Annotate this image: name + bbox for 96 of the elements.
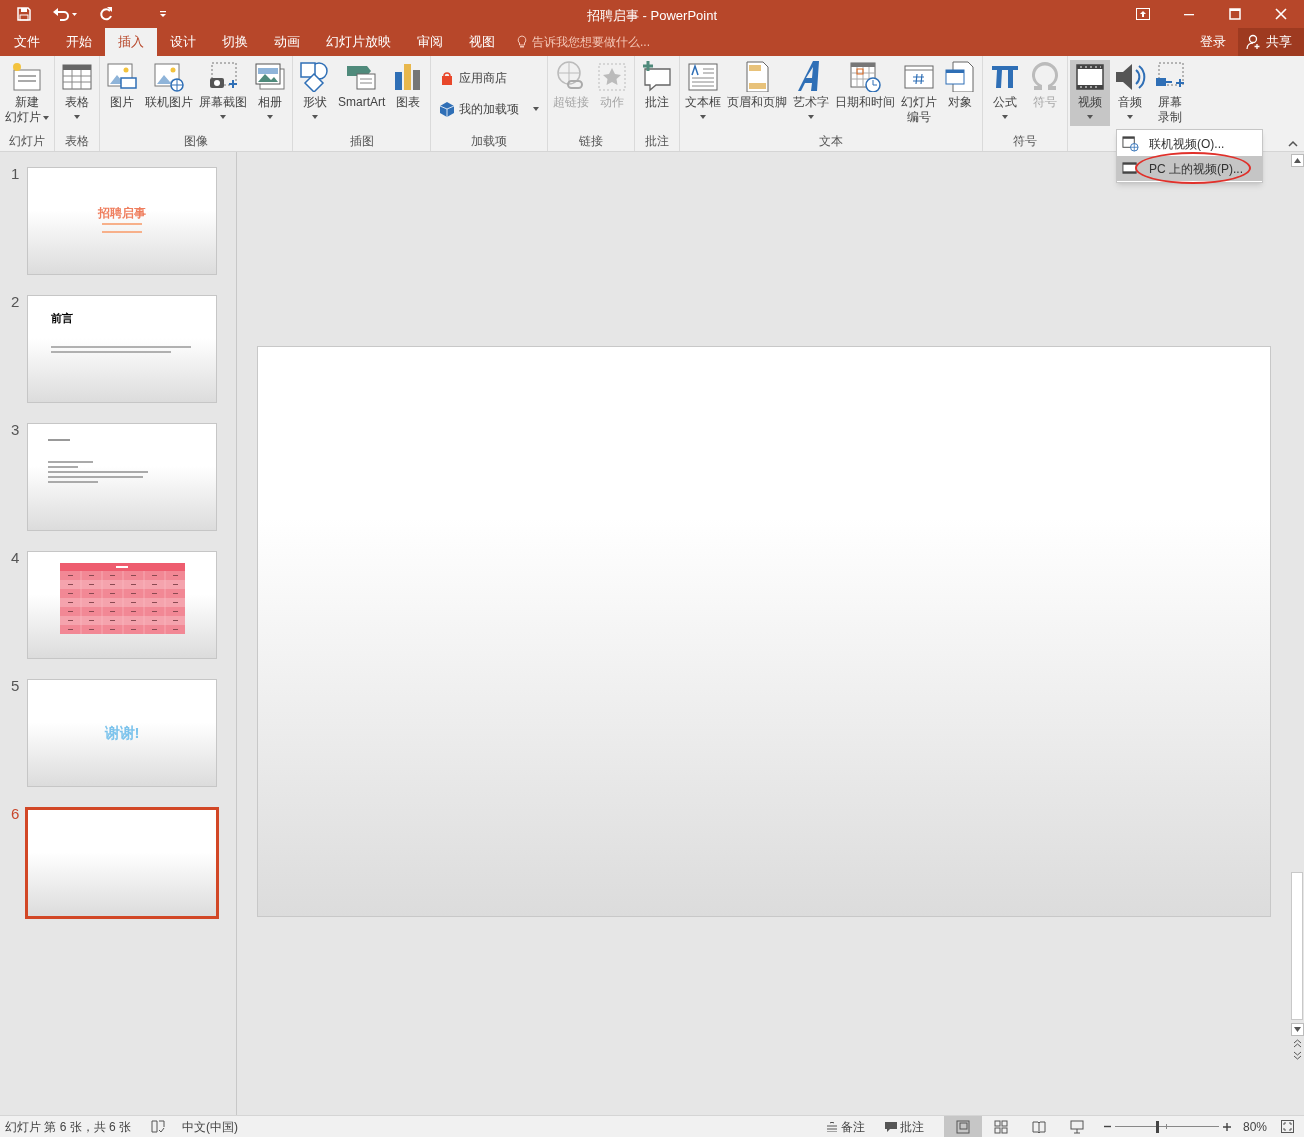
add-in-icon [439, 101, 456, 117]
menu-item[interactable]: 联机视频(O)... [1117, 131, 1262, 156]
ribbon-button[interactable]: 新建 幻灯片 [2, 60, 52, 126]
ribbon-button[interactable]: 应用商店 [436, 66, 543, 90]
calendar-clock-icon [848, 60, 883, 92]
slide-title: 招聘启事 [98, 206, 146, 220]
ribbon-button[interactable]: 屏幕截图 [196, 60, 250, 126]
ribbon-button[interactable]: 艺术字 [790, 60, 833, 126]
ribbon-tab[interactable]: 幻灯片放映 [313, 28, 404, 56]
comment-icon [884, 1120, 897, 1133]
fit-to-window-icon[interactable] [1281, 1120, 1294, 1133]
slide-thumbnail[interactable] [27, 423, 217, 531]
ribbon-button[interactable]: 视频 [1070, 60, 1111, 126]
ribbon-button[interactable]: 音频 [1110, 60, 1151, 126]
subtitle-lines [102, 220, 142, 236]
group-label: 链接 [579, 133, 604, 150]
zoom-slider[interactable] [1114, 1120, 1219, 1133]
slide-thumbnail[interactable] [25, 807, 219, 919]
picture-icon [105, 60, 139, 92]
scrollbar-thumb[interactable] [1291, 872, 1303, 1020]
ribbon-button[interactable]: 联机图片 [142, 60, 196, 126]
group-label: 批注 [645, 133, 670, 150]
ribbon-button[interactable]: 页眉和页脚 [724, 60, 791, 126]
collapse-ribbon-icon[interactable] [1288, 140, 1298, 147]
text-box-icon [686, 60, 721, 92]
slide-count-label: 幻灯片 第 6 张，共 6 张 [4, 1118, 132, 1136]
language-label[interactable]: 中文(中国) [182, 1117, 239, 1136]
ribbon-tab[interactable]: 视图 [456, 28, 508, 56]
share-button[interactable]: 共享 [1238, 28, 1304, 56]
ribbon-button[interactable]: 文本框 [682, 60, 725, 126]
online-video-icon [1122, 135, 1139, 152]
photo-album-icon [253, 60, 287, 92]
group-label: 表格 [65, 133, 89, 150]
sign-in-link[interactable]: 登录 [1200, 32, 1226, 52]
normal-view-icon[interactable] [943, 1116, 982, 1137]
ribbon-tab[interactable]: 动画 [261, 28, 313, 56]
ribbon-button[interactable]: 日期和时间 [832, 60, 899, 126]
group-label: 幻灯片 [9, 133, 45, 150]
accessibility-icon[interactable] [151, 1120, 166, 1133]
slide-number: 6 [10, 807, 21, 821]
ribbon-button[interactable]: 屏幕 录制 [1150, 60, 1191, 126]
ribbon-tab[interactable]: 开始 [53, 28, 105, 56]
zoom-slider-thumb[interactable] [1155, 1120, 1159, 1133]
slide-title: 前言 [51, 311, 73, 325]
heading-line [48, 436, 70, 444]
customize-icon[interactable] [158, 9, 168, 19]
ribbon-tab[interactable]: 切换 [209, 28, 261, 56]
film-icon [1122, 160, 1139, 177]
save-icon[interactable] [16, 6, 32, 22]
ribbon-button[interactable]: 形状 [295, 60, 335, 126]
comments-button[interactable]: 批注 [884, 1117, 924, 1136]
ribbon-button[interactable]: 对象 [940, 60, 981, 126]
slide-thumbnail[interactable]: 前言 [27, 295, 217, 403]
notes-button[interactable]: 备注 [825, 1117, 865, 1136]
group-label: 文本 [819, 133, 844, 150]
slide-number: 5 [10, 679, 21, 693]
ribbon-button[interactable]: 批注 [637, 60, 678, 126]
ribbon-button[interactable]: 图表 [388, 60, 429, 126]
ribbon-tab[interactable]: 设计 [157, 28, 209, 56]
ribbon-button[interactable]: 我的加载项 [436, 97, 543, 121]
tell-me-field[interactable]: 告诉我您想要做什么... [516, 28, 650, 56]
new-slide-icon [10, 60, 44, 92]
slide-number: 1 [10, 167, 21, 181]
menu-item[interactable]: PC 上的视频(P)... [1117, 156, 1262, 181]
next-slide-icon[interactable] [1292, 1051, 1302, 1060]
online-picture-icon [152, 60, 186, 92]
slide-number: 3 [10, 423, 21, 437]
previous-slide-icon[interactable] [1292, 1039, 1302, 1048]
ribbon-button[interactable]: 表格 [57, 60, 97, 126]
zoom-in-icon[interactable] [1222, 1122, 1231, 1131]
redo-icon[interactable] [98, 6, 114, 22]
ribbon-button[interactable]: SmartArt [335, 60, 389, 126]
ribbon-tab[interactable]: 文件 [1, 28, 53, 56]
scroll-down-icon[interactable] [1290, 1023, 1304, 1036]
slide-number: 2 [10, 295, 21, 309]
zoom-level-label[interactable]: 80% [1242, 1117, 1267, 1136]
zoom-out-icon[interactable] [1103, 1123, 1111, 1130]
notes-icon [825, 1121, 838, 1132]
scroll-up-icon[interactable] [1290, 154, 1304, 167]
slide-title: 谢谢! [104, 724, 140, 742]
window-title: 招聘启事 - PowerPoint [587, 7, 718, 25]
lightbulb-icon [516, 35, 528, 49]
ribbon-button[interactable]: 幻灯片 编号 [898, 60, 941, 126]
slide-thumbnail[interactable] [27, 551, 217, 659]
group-label: 加载项 [471, 133, 508, 150]
ribbon-button[interactable]: 相册 [250, 60, 290, 126]
slide-number: 4 [10, 551, 21, 565]
ribbon-button[interactable]: 公式 [985, 60, 1026, 126]
ribbon-button[interactable]: 图片 [102, 60, 142, 126]
group-label: 符号 [1013, 133, 1038, 150]
ribbon-tab[interactable]: 审阅 [404, 28, 456, 56]
ribbon-tab[interactable]: 插入 [105, 28, 157, 56]
undo-icon[interactable] [52, 6, 78, 22]
group-label: 插图 [349, 133, 374, 150]
person-icon [1246, 34, 1262, 50]
group-label: 图像 [184, 133, 208, 150]
